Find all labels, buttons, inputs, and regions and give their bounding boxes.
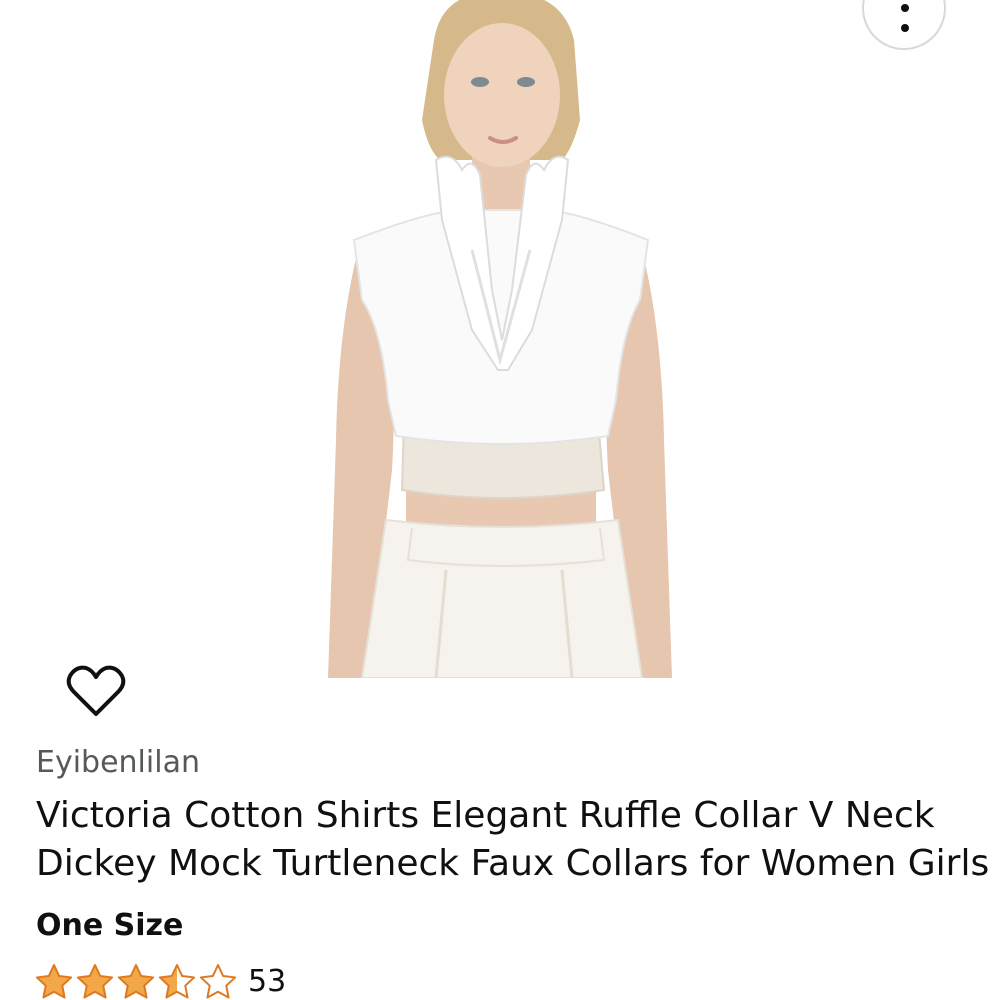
heart-outline-icon (66, 665, 126, 716)
more-options-button[interactable] (862, 0, 946, 50)
add-to-wishlist-button[interactable] (60, 662, 132, 722)
product-title: Victoria Cotton Shirts Elegant Ruffle Co… (36, 792, 990, 888)
star-icon (158, 964, 196, 999)
star-icon (76, 964, 114, 999)
size-label: One Size (36, 908, 184, 943)
product-detail-page: Eyibenlilan Victoria Cotton Shirts Elega… (0, 0, 1000, 1000)
star-rating (34, 962, 238, 1000)
product-title-line: Dickey Mock Turtleneck Faux Collars for … (36, 843, 990, 884)
rating-summary[interactable]: 53 (34, 960, 286, 1000)
review-count[interactable]: 53 (248, 962, 286, 1000)
star-icon (117, 964, 155, 999)
product-title-line: Victoria Cotton Shirts Elegant Ruffle Co… (36, 795, 935, 836)
product-image[interactable] (322, 0, 678, 678)
star-icon (199, 964, 237, 999)
star-icon (35, 964, 73, 999)
more-vertical-icon (901, 4, 909, 34)
brand-link[interactable]: Eyibenlilan (36, 744, 200, 782)
